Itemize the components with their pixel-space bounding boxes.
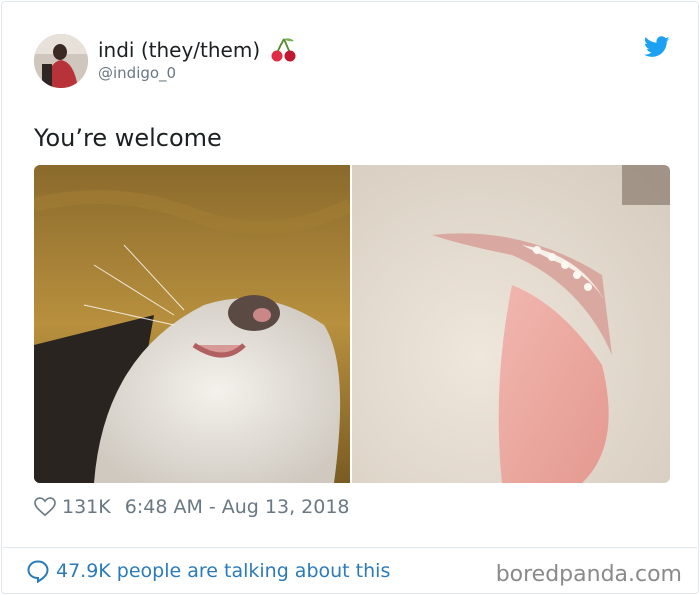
footer-divider (3, 547, 697, 548)
display-name[interactable]: indi (they/them) (98, 38, 260, 62)
conversation-link[interactable]: 47.9K people are talking about this (26, 559, 390, 583)
cherries-icon (271, 38, 296, 62)
avatar-image (34, 34, 88, 88)
tweet-media[interactable] (34, 165, 670, 483)
cat-photo-left[interactable] (34, 165, 350, 483)
tweet-card: indi (they/them) @indigo_0 You’re welcom… (1, 1, 699, 594)
avatar[interactable] (34, 34, 88, 88)
like-count[interactable]: 131K (62, 496, 111, 518)
name-row: indi (they/them) (98, 36, 298, 64)
tweet-text: You’re welcome (34, 124, 222, 152)
twitter-bird-icon[interactable] (644, 36, 670, 58)
tweet-timestamp[interactable]: 6:48 AM - Aug 13, 2018 (125, 496, 350, 518)
cat-photo-right[interactable] (352, 165, 670, 483)
tweet-stats: 131K 6:48 AM - Aug 13, 2018 (34, 496, 350, 518)
heart-icon[interactable] (34, 497, 56, 517)
watermark: boredpanda.com (495, 562, 682, 587)
user-handle[interactable]: @indigo_0 (98, 64, 176, 82)
speech-bubble-icon (27, 560, 49, 583)
conversation-text[interactable]: 47.9K people are talking about this (56, 560, 390, 582)
